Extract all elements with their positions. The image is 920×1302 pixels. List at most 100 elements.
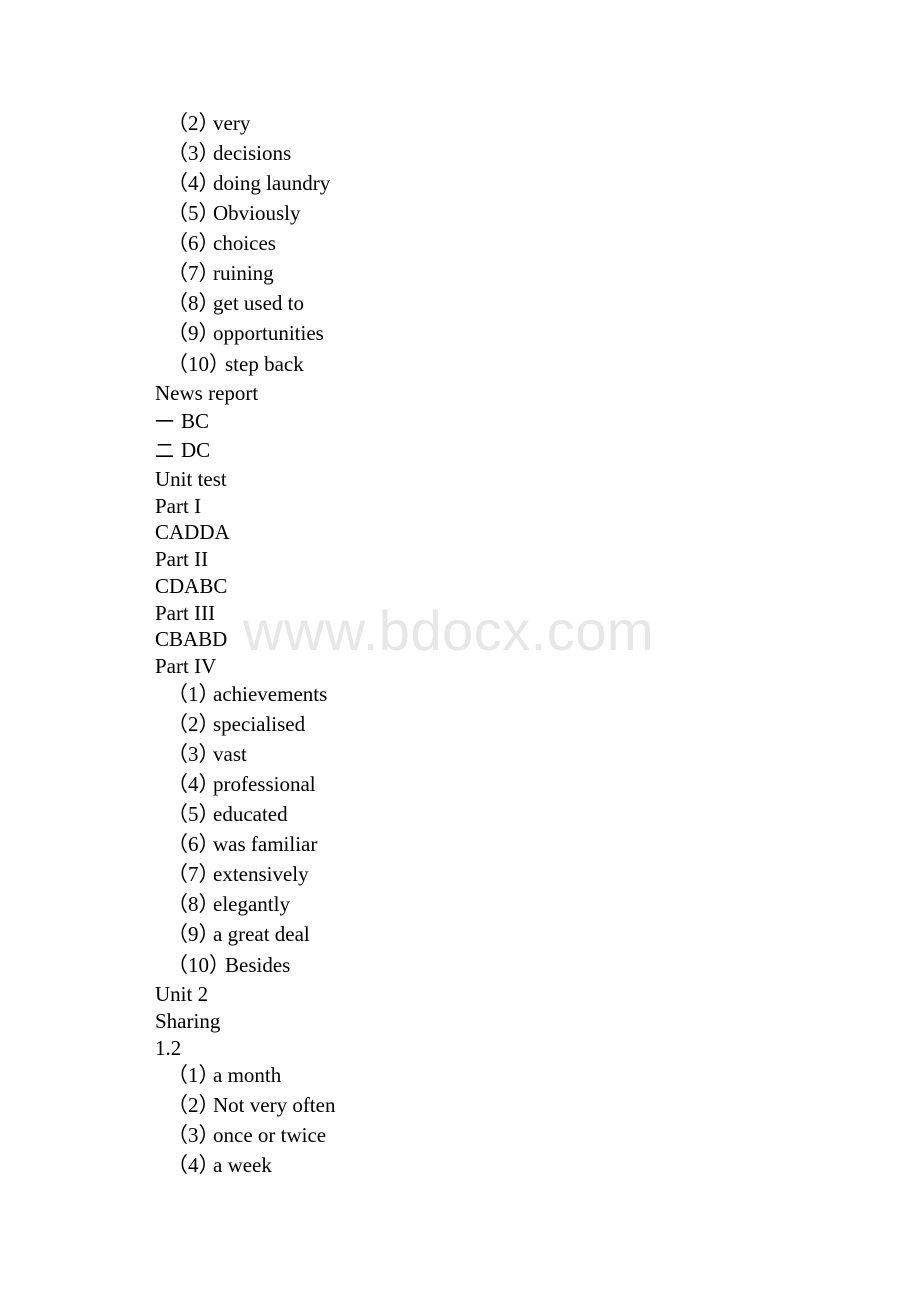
- answer-list-item: （4）a week: [167, 1155, 272, 1176]
- list-item-text: extensively: [213, 862, 309, 886]
- section-heading-text: Sharing: [155, 1009, 221, 1033]
- section-heading: Part I: [155, 496, 201, 517]
- list-item-marker: （4）: [167, 772, 220, 796]
- list-item-text: doing laundry: [213, 171, 331, 195]
- list-item-text: a month: [213, 1063, 282, 1087]
- list-item-text: Not very often: [213, 1093, 336, 1117]
- list-item-text: specialised: [213, 712, 306, 736]
- section-heading: Sharing: [155, 1011, 220, 1032]
- list-item-text: step back: [225, 352, 304, 376]
- list-item-marker: （9）: [167, 922, 220, 946]
- list-item-text: decisions: [213, 141, 292, 165]
- list-item-marker: （2）: [167, 111, 220, 135]
- answer-list-item: （5）Obviously: [167, 203, 301, 224]
- section-heading-text: Unit test: [155, 467, 227, 491]
- answer-list-item: （8）get used to: [167, 293, 304, 314]
- answer-list-item: （6）choices: [167, 233, 276, 254]
- list-item-marker: （9）: [167, 321, 220, 345]
- section-heading: CADDA: [155, 522, 230, 543]
- list-item-marker: （2）: [167, 1093, 220, 1117]
- list-item-text: professional: [213, 772, 316, 796]
- cjk-item-text: DC: [181, 438, 211, 462]
- section-heading-text: Part III: [155, 601, 216, 625]
- section-heading: CBABD: [155, 629, 227, 650]
- answer-cjk-item: 一 BC: [155, 411, 209, 433]
- section-heading: Part III: [155, 603, 215, 624]
- list-item-marker: （10）: [167, 352, 230, 376]
- section-heading: News report: [155, 383, 258, 404]
- list-item-marker: （6）: [167, 832, 220, 856]
- answer-list-item: （6）was familiar: [167, 834, 317, 855]
- list-item-marker: （3）: [167, 742, 220, 766]
- list-item-text: get used to: [213, 291, 304, 315]
- list-item-marker: （8）: [167, 892, 220, 916]
- list-item-marker: （5）: [167, 201, 220, 225]
- list-item-marker: （1）: [167, 682, 220, 706]
- list-item-marker: （7）: [167, 862, 220, 886]
- answer-cjk-item: 二 DC: [155, 440, 210, 462]
- answer-list-item: （3）once or twice: [167, 1125, 326, 1146]
- list-item-marker: （4）: [167, 171, 220, 195]
- section-heading-text: Unit 2: [155, 982, 209, 1006]
- list-item-text: a great deal: [213, 922, 310, 946]
- list-item-text: Obviously: [213, 201, 301, 225]
- list-item-text: Besides: [225, 953, 291, 977]
- list-item-marker: （6）: [167, 231, 220, 255]
- list-item-text: educated: [213, 802, 288, 826]
- section-heading: Part IV: [155, 656, 216, 677]
- section-heading-text: News report: [155, 381, 259, 405]
- section-heading-text: CDABC: [155, 574, 228, 598]
- answer-list-item: （7）extensively: [167, 864, 309, 885]
- list-item-marker: （5）: [167, 802, 220, 826]
- answer-list-item: （4）professional: [167, 774, 316, 795]
- answer-list-item: （1）achievements: [167, 684, 327, 705]
- answer-list-item: （5）educated: [167, 804, 288, 825]
- answer-list-item: （1）a month: [167, 1065, 281, 1086]
- answer-list-item: （8）elegantly: [167, 894, 290, 915]
- list-item-marker: （2）: [167, 712, 220, 736]
- list-item-text: achievements: [213, 682, 328, 706]
- list-item-text: once or twice: [213, 1123, 327, 1147]
- list-item-text: very: [213, 111, 251, 135]
- list-item-text: opportunities: [213, 321, 324, 345]
- answer-list-item: （10）step back: [167, 354, 304, 375]
- list-item-marker: （7）: [167, 261, 220, 285]
- list-item-marker: （8）: [167, 291, 220, 315]
- section-heading-text: Part II: [155, 547, 209, 571]
- list-item-text: vast: [213, 742, 247, 766]
- list-item-text: choices: [213, 231, 276, 255]
- section-heading-text: CBABD: [155, 627, 228, 651]
- answer-list-item: （3）decisions: [167, 143, 291, 164]
- answer-list-item: （10）Besides: [167, 955, 290, 976]
- answer-list-item: （3）vast: [167, 744, 247, 765]
- answer-list-item: （2）Not very often: [167, 1095, 335, 1116]
- section-heading: Unit test: [155, 469, 227, 490]
- section-heading-text: 1.2: [155, 1036, 182, 1060]
- answer-list-item: （2）specialised: [167, 714, 305, 735]
- section-heading: 1.2: [155, 1038, 181, 1059]
- section-heading: Part II: [155, 549, 208, 570]
- section-heading: Unit 2: [155, 984, 208, 1005]
- section-heading-text: CADDA: [155, 520, 230, 544]
- section-heading-text: Part I: [155, 494, 202, 518]
- list-item-marker: （10）: [167, 953, 230, 977]
- list-item-text: elegantly: [213, 892, 290, 916]
- answer-list-item: （9）opportunities: [167, 323, 324, 344]
- list-item-marker: （3）: [167, 1123, 220, 1147]
- document-body: （2）very （3）decisions （4）doing laundry （5）Ob…: [0, 0, 920, 1302]
- cjk-item-text: BC: [181, 409, 210, 433]
- list-item-text: ruining: [213, 261, 274, 285]
- answer-list-item: （4）doing laundry: [167, 173, 330, 194]
- answer-list-item: （9）a great deal: [167, 924, 310, 945]
- cjk-numeral-marker: 一: [155, 411, 175, 433]
- list-item-text: was familiar: [213, 832, 318, 856]
- list-item-marker: （4）: [167, 1153, 220, 1177]
- list-item-text: a week: [213, 1153, 272, 1177]
- list-item-marker: （1）: [167, 1063, 220, 1087]
- answer-list-item: （2）very: [167, 113, 250, 134]
- cjk-numeral-marker: 二: [155, 440, 175, 462]
- list-item-marker: （3）: [167, 141, 220, 165]
- section-heading: CDABC: [155, 576, 227, 597]
- answer-list-item: （7）ruining: [167, 263, 274, 284]
- section-heading-text: Part IV: [155, 654, 217, 678]
